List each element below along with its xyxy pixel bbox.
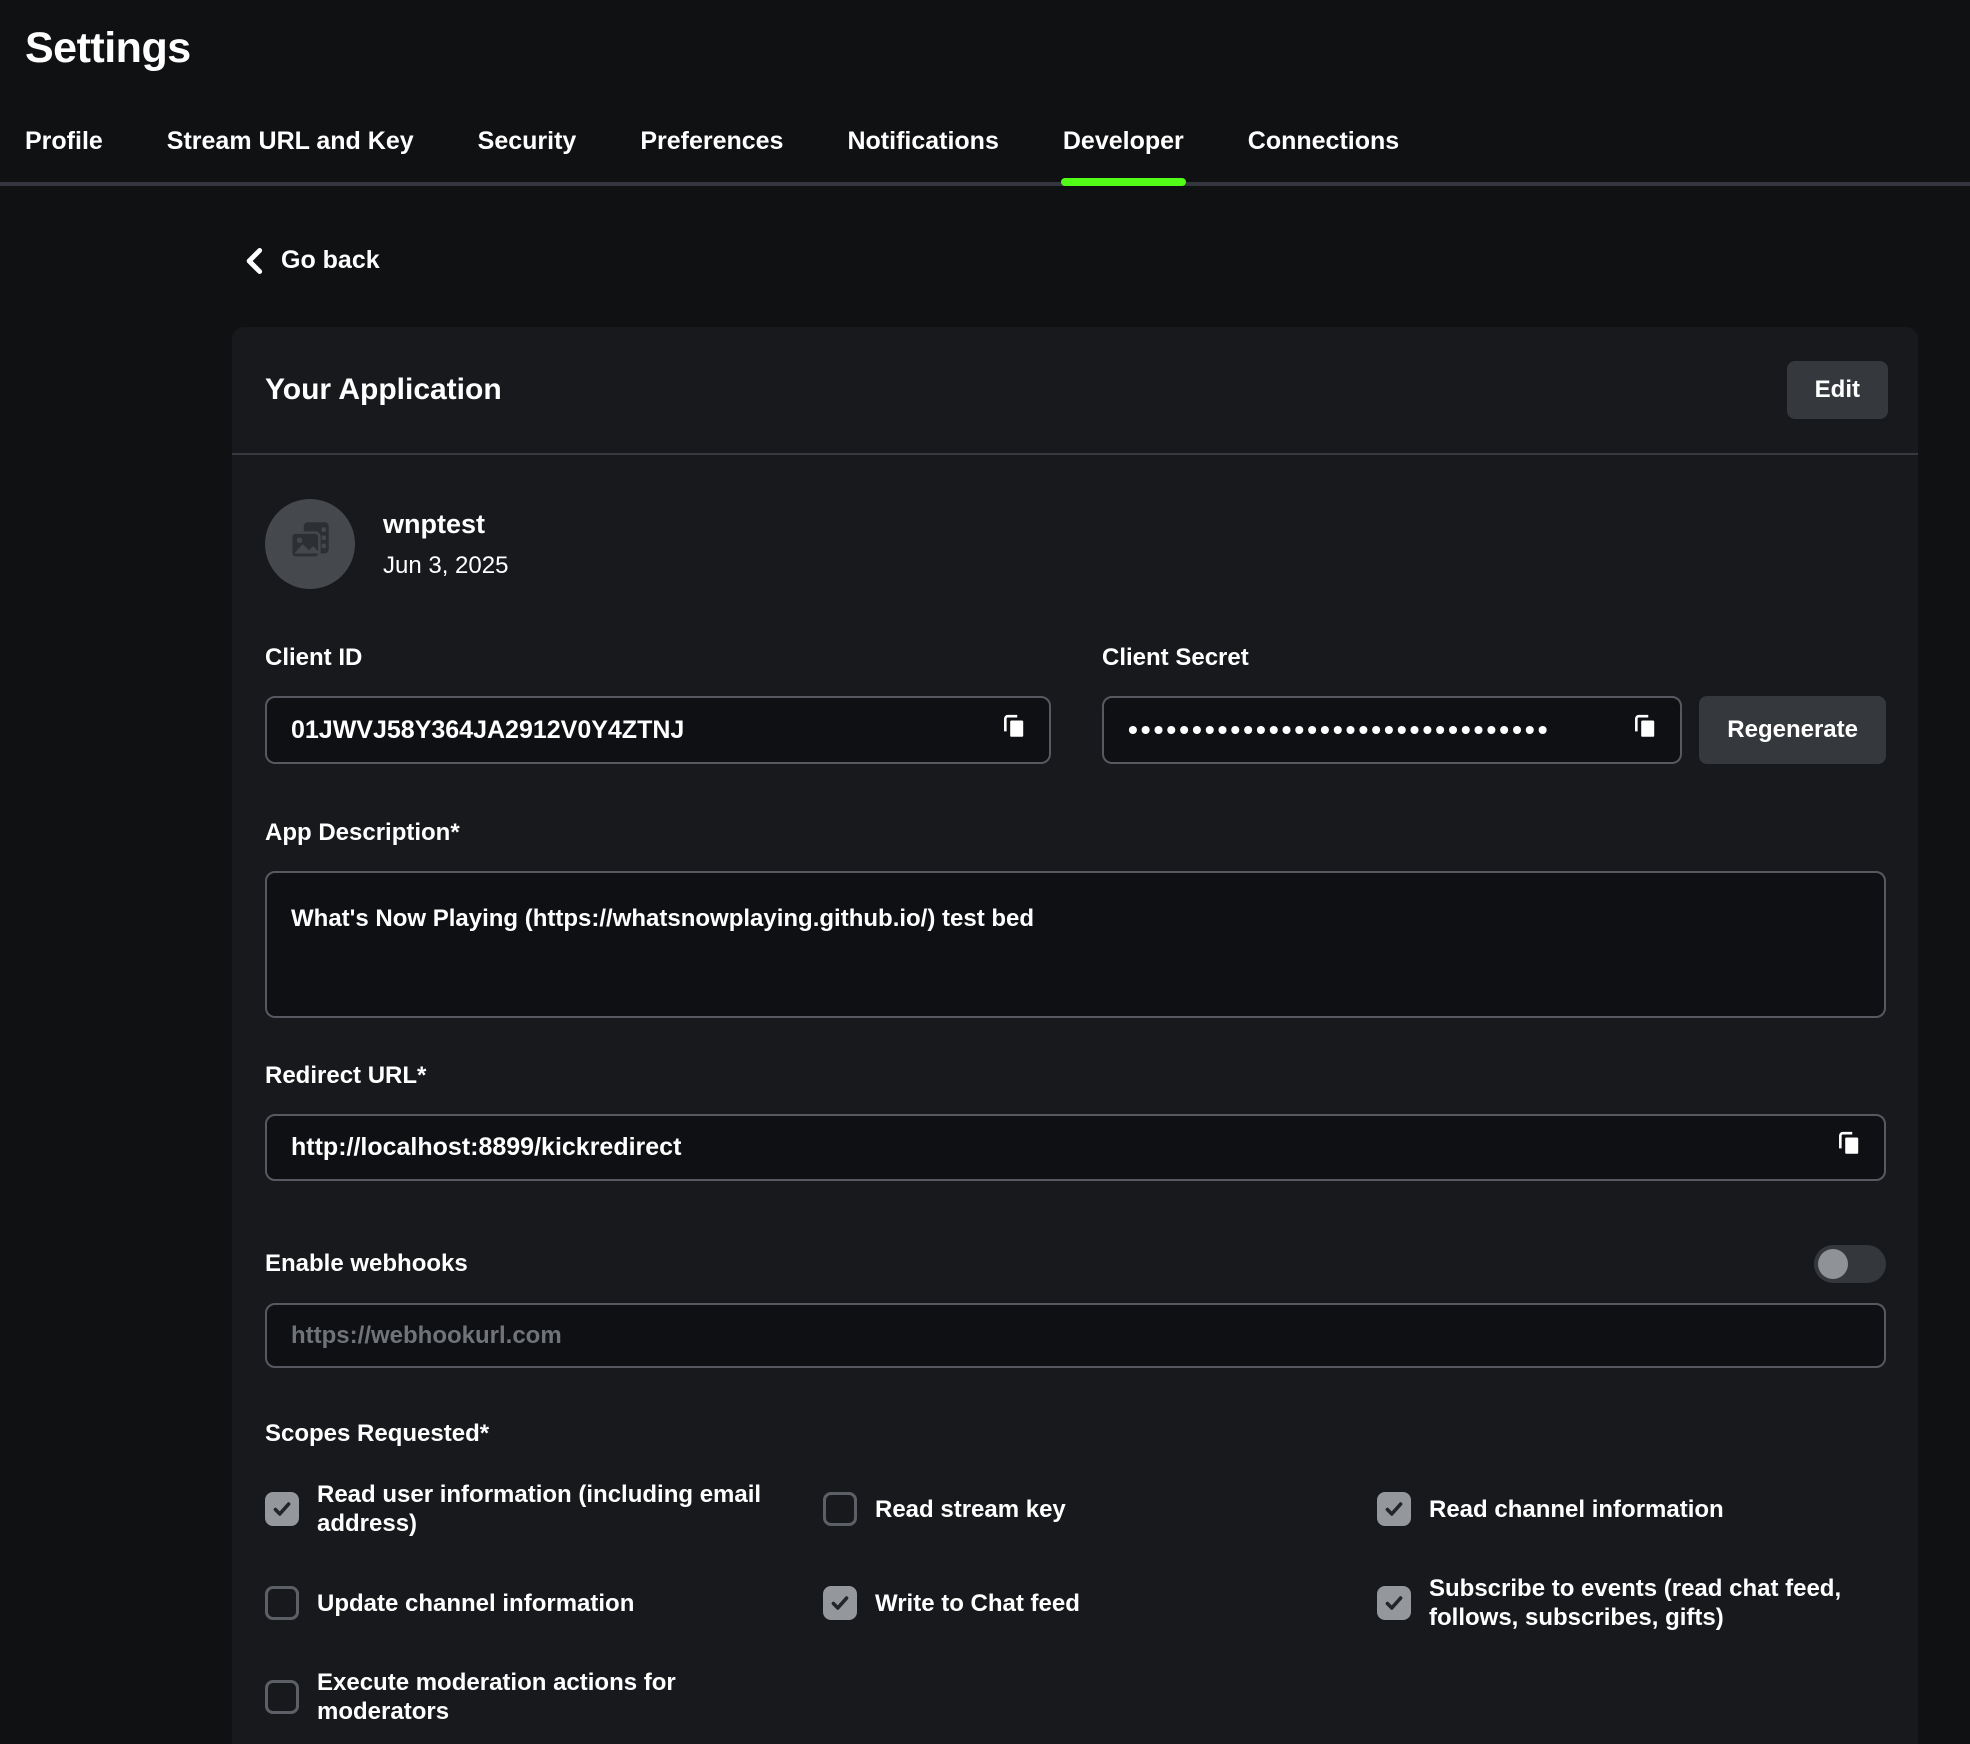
page-header: Settings (0, 0, 1970, 73)
tab-connections[interactable]: Connections (1248, 127, 1399, 182)
card-body: wnptest Jun 3, 2025 Client ID 01JWVJ58Y3… (232, 455, 1918, 1744)
scopes-requested-label: Scopes Requested* (265, 1420, 1886, 1448)
scope-label: Read user information (including email a… (317, 1480, 787, 1538)
client-id-value: 01JWVJ58Y364JA2912V0Y4ZTNJ (291, 716, 989, 745)
redirect-url-label: Redirect URL* (265, 1062, 1886, 1090)
scope-read-user-information[interactable]: Read user information (including email a… (265, 1480, 823, 1538)
page-title: Settings (25, 24, 1970, 73)
tab-notifications[interactable]: Notifications (847, 127, 998, 182)
your-application-card: Your Application Edit w (232, 327, 1918, 1744)
client-id-input[interactable]: 01JWVJ58Y364JA2912V0Y4ZTNJ (265, 696, 1051, 764)
scope-read-stream-key[interactable]: Read stream key (823, 1480, 1377, 1538)
webhook-url-input[interactable]: https://webhookurl.com (265, 1303, 1886, 1368)
app-description-textarea[interactable]: What's Now Playing (https://whatsnowplay… (265, 871, 1886, 1018)
scope-execute-moderation-actions[interactable]: Execute moderation actions for moderator… (265, 1668, 823, 1726)
checkbox-icon[interactable] (823, 1586, 857, 1620)
redirect-url-value: http://localhost:8899/kickredirect (291, 1133, 1824, 1162)
regenerate-button[interactable]: Regenerate (1699, 696, 1886, 764)
scope-label: Execute moderation actions for moderator… (317, 1668, 787, 1726)
app-identity: wnptest Jun 3, 2025 (265, 499, 1886, 589)
tab-profile[interactable]: Profile (25, 127, 103, 182)
client-secret-masked-value: ••••••••••••••••••••••••••••••••• (1128, 696, 1620, 764)
webhook-url-placeholder: https://webhookurl.com (291, 1322, 1862, 1350)
tab-developer[interactable]: Developer (1063, 127, 1184, 182)
go-back-link[interactable]: Go back (243, 246, 380, 275)
checkbox-icon[interactable] (1377, 1492, 1411, 1526)
edit-button[interactable]: Edit (1787, 361, 1888, 419)
copy-icon[interactable] (1001, 712, 1027, 749)
tab-preferences[interactable]: Preferences (640, 127, 783, 182)
app-name: wnptest (383, 509, 508, 540)
scopes-grid: Read user information (including email a… (265, 1480, 1886, 1726)
app-description-label: App Description* (265, 819, 1886, 847)
client-id-field-group: Client ID 01JWVJ58Y364JA2912V0Y4ZTNJ (265, 644, 1051, 764)
client-secret-label: Client Secret (1102, 644, 1886, 672)
copy-icon[interactable] (1836, 1129, 1862, 1166)
card-header: Your Application Edit (232, 327, 1918, 455)
webhooks-section: Enable webhooks https://webhookurl.com (265, 1245, 1886, 1368)
settings-tab-bar: Profile Stream URL and Key Security Pref… (0, 127, 1970, 186)
scope-update-channel-information[interactable]: Update channel information (265, 1574, 823, 1632)
scope-label: Read stream key (875, 1495, 1066, 1524)
copy-icon[interactable] (1632, 712, 1658, 749)
scope-write-to-chat-feed[interactable]: Write to Chat feed (823, 1574, 1377, 1632)
checkbox-icon[interactable] (265, 1586, 299, 1620)
go-back-label: Go back (281, 246, 380, 275)
credentials-row: Client ID 01JWVJ58Y364JA2912V0Y4ZTNJ Cli… (265, 644, 1886, 764)
scope-label: Write to Chat feed (875, 1589, 1080, 1618)
app-created-date: Jun 3, 2025 (383, 552, 508, 580)
app-description-section: App Description* What's Now Playing (htt… (265, 819, 1886, 1018)
checkbox-icon[interactable] (1377, 1586, 1411, 1620)
enable-webhooks-label: Enable webhooks (265, 1250, 468, 1278)
scope-subscribe-to-events[interactable]: Subscribe to events (read chat feed, fol… (1377, 1574, 1886, 1632)
tab-security[interactable]: Security (478, 127, 577, 182)
checkbox-icon[interactable] (265, 1680, 299, 1714)
checkbox-icon[interactable] (823, 1492, 857, 1526)
scope-label: Read channel information (1429, 1495, 1724, 1524)
toggle-knob-icon (1818, 1249, 1848, 1279)
scope-read-channel-information[interactable]: Read channel information (1377, 1480, 1886, 1538)
redirect-url-input[interactable]: http://localhost:8899/kickredirect (265, 1114, 1886, 1181)
scope-label: Subscribe to events (read chat feed, fol… (1429, 1574, 1886, 1632)
chevron-left-icon (243, 248, 265, 274)
app-avatar (265, 499, 355, 589)
client-id-label: Client ID (265, 644, 1051, 672)
client-secret-field-group: Client Secret ••••••••••••••••••••••••••… (1102, 644, 1886, 764)
enable-webhooks-toggle[interactable] (1814, 1245, 1886, 1283)
card-title: Your Application (265, 373, 502, 407)
media-icon (285, 517, 335, 572)
checkbox-icon[interactable] (265, 1492, 299, 1526)
scopes-section: Scopes Requested* Read user information … (265, 1420, 1886, 1726)
tab-stream-url-and-key[interactable]: Stream URL and Key (167, 127, 414, 182)
app-identity-text: wnptest Jun 3, 2025 (383, 509, 508, 580)
redirect-url-section: Redirect URL* http://localhost:8899/kick… (265, 1062, 1886, 1181)
scope-label: Update channel information (317, 1589, 634, 1618)
client-secret-input[interactable]: ••••••••••••••••••••••••••••••••• (1102, 696, 1682, 764)
